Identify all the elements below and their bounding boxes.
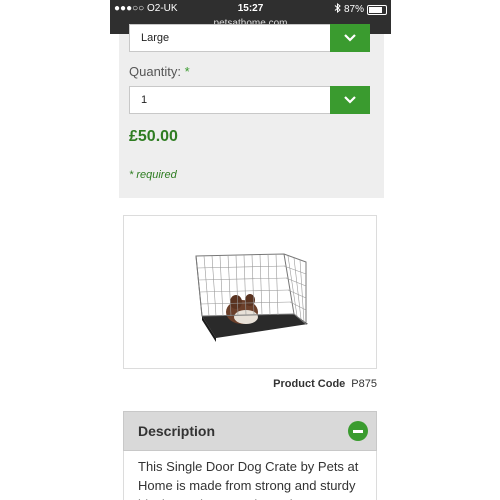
quantity-select-value: 1 — [141, 94, 148, 106]
product-code-value: P875 — [351, 378, 377, 390]
phone-screen: ●●●○○ O2-UK 15:27 87% petsathome.com Lar… — [110, 0, 391, 500]
dog-crate-image — [195, 253, 308, 342]
chevron-down-icon[interactable] — [330, 24, 370, 52]
description-body: This Single Door Dog Crate by Pets at Ho… — [123, 451, 377, 500]
required-note: * required — [129, 169, 177, 181]
minus-circle-icon[interactable] — [348, 421, 368, 441]
required-mark: * — [184, 64, 190, 79]
product-code: Product Code P875 — [123, 378, 377, 390]
product-code-label: Product Code — [273, 378, 346, 390]
size-select-value: Large — [141, 32, 170, 44]
battery-percent: 87% — [343, 4, 364, 15]
size-select[interactable]: Large — [129, 24, 370, 52]
bluetooth-icon — [334, 2, 341, 16]
status-right: 87% — [334, 2, 387, 16]
description-accordion-header[interactable]: Description — [123, 411, 377, 451]
product-image[interactable] — [123, 215, 377, 369]
quantity-label: Quantity: * — [129, 64, 190, 79]
chevron-down-icon[interactable] — [330, 86, 370, 114]
description-title: Description — [138, 423, 216, 439]
battery-icon — [367, 4, 387, 15]
product-options-panel: Large Quantity: * 1 £50.00 * required — [119, 24, 384, 198]
product-price: £50.00 — [129, 128, 178, 145]
quantity-select[interactable]: 1 — [129, 86, 370, 114]
description-text: This Single Door Dog Crate by Pets at Ho… — [138, 459, 359, 500]
